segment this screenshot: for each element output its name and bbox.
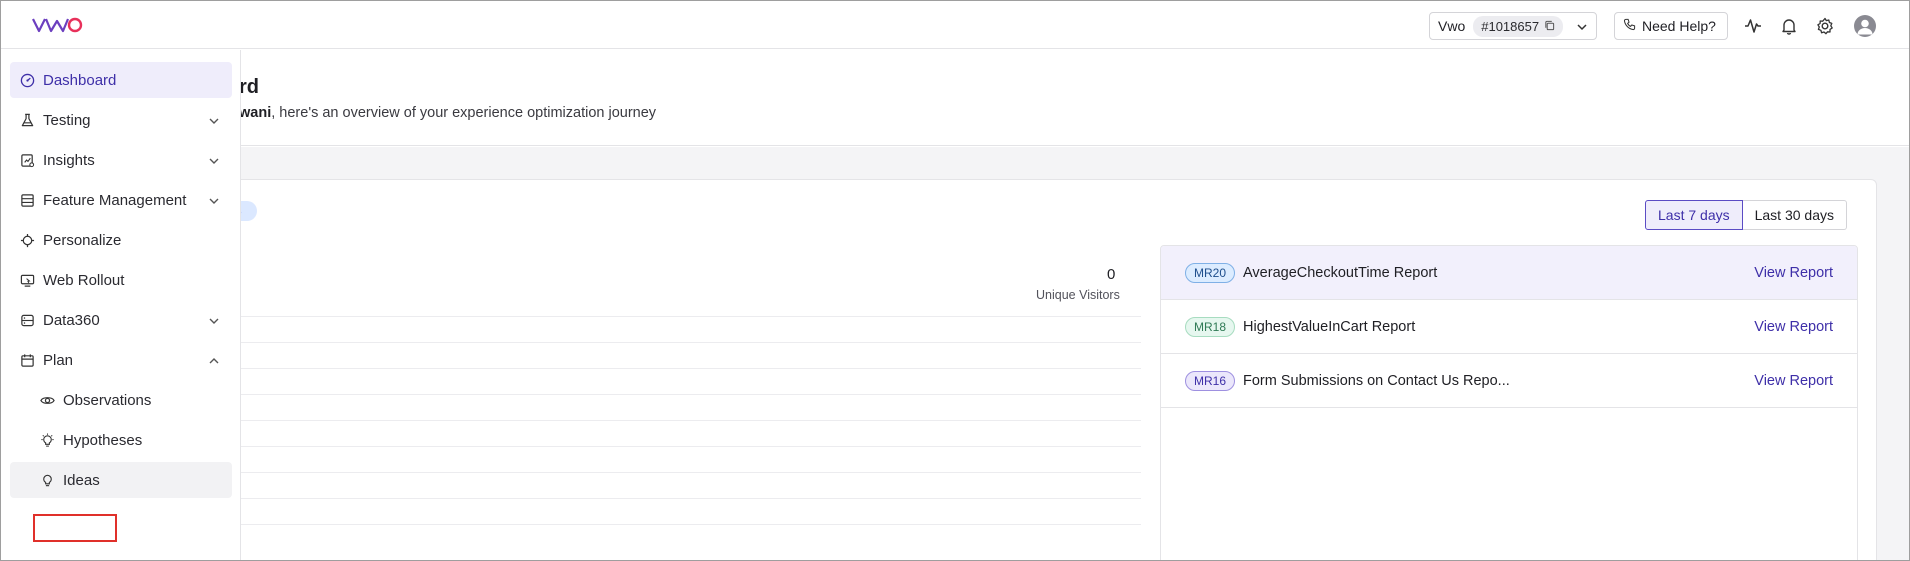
sidebar-item-observations[interactable]: Observations <box>10 382 232 418</box>
vwo-logo[interactable] <box>31 14 83 36</box>
sidebar: Dashboard Testing Insights Feature Manag… <box>1 50 241 560</box>
copy-icon[interactable] <box>1544 19 1555 34</box>
view-report-link[interactable]: View Report <box>1754 373 1833 389</box>
chevron-down-icon <box>208 114 220 126</box>
app-window: rd wani, here's an overview of your expe… <box>0 0 1910 561</box>
sidebar-item-label: Personalize <box>43 231 122 249</box>
report-row[interactable]: MR18 HighestValueInCart Report View Repo… <box>1161 300 1857 354</box>
chart-gridline <box>241 446 1141 447</box>
sidebar-item-testing[interactable]: Testing <box>10 102 232 138</box>
chevron-up-icon <box>208 354 220 366</box>
report-name: HighestValueInCart Report <box>1243 318 1416 335</box>
sidebar-item-plan[interactable]: Plan <box>10 342 232 378</box>
eye-icon <box>40 393 55 408</box>
user-name: wani <box>239 105 272 121</box>
account-name: Vwo <box>1438 18 1466 34</box>
sidebar-item-label: Feature Management <box>43 191 187 209</box>
page-title: rd <box>239 76 259 98</box>
feature-icon <box>20 193 35 208</box>
bell-icon[interactable] <box>1779 16 1799 36</box>
phone-icon <box>1623 18 1636 34</box>
reports-panel: MR20 AverageCheckoutTime Report View Rep… <box>1160 245 1858 560</box>
range-7-days-button[interactable]: Last 7 days <box>1645 200 1743 230</box>
sidebar-item-feature-management[interactable]: Feature Management <box>10 182 232 218</box>
sidebar-item-data360[interactable]: Data360 <box>10 302 232 338</box>
report-tag: MR20 <box>1185 262 1236 283</box>
sidebar-item-label: Insights <box>43 151 95 169</box>
flask-icon <box>20 113 35 128</box>
page-subtitle: wani, here's an overview of your experie… <box>239 105 656 121</box>
view-report-link[interactable]: View Report <box>1754 319 1833 335</box>
range-30-days-button[interactable]: Last 30 days <box>1742 200 1847 230</box>
chart-gridline <box>241 524 1141 525</box>
report-tag: MR18 <box>1185 316 1236 337</box>
account-switcher[interactable]: Vwo #1018657 <box>1429 12 1597 40</box>
sidebar-item-label: Hypotheses <box>63 431 143 449</box>
need-help-label: Need Help? <box>1642 18 1716 34</box>
report-row[interactable]: MR16 Form Submissions on Contact Us Repo… <box>1161 354 1857 408</box>
database-icon <box>20 313 35 328</box>
gear-icon[interactable] <box>1815 16 1835 36</box>
chevron-down-icon <box>1576 20 1588 32</box>
sidebar-item-personalize[interactable]: Personalize <box>10 222 232 258</box>
chevron-down-icon <box>208 194 220 206</box>
sidebar-item-label: Observations <box>63 391 152 409</box>
rollout-icon <box>20 273 35 288</box>
need-help-button[interactable]: Need Help? <box>1614 12 1728 40</box>
chart-gridline <box>241 472 1141 473</box>
sidebar-item-label: Testing <box>43 111 91 129</box>
unique-visitors-value: 0 <box>1107 266 1116 283</box>
chevron-down-icon <box>208 154 220 166</box>
account-id-chip: #1018657 <box>1473 15 1564 37</box>
sidebar-item-label: Web Rollout <box>43 271 125 289</box>
sidebar-item-label: Data360 <box>43 311 100 329</box>
chart-gridline <box>241 420 1141 421</box>
user-avatar[interactable] <box>1854 15 1876 37</box>
insights-icon <box>20 153 35 168</box>
sidebar-item-dashboard[interactable]: Dashboard <box>10 62 232 98</box>
unique-visitors-label: Unique Visitors <box>1036 288 1120 302</box>
chart-gridline <box>241 394 1141 395</box>
date-range-toggle: Last 7 days Last 30 days <box>1645 200 1847 230</box>
bulb-icon <box>40 473 55 488</box>
account-id: #1018657 <box>1481 18 1540 34</box>
top-bar: Vwo #1018657 Need Help? <box>1 1 1909 49</box>
report-tag: MR16 <box>1185 370 1236 391</box>
report-row[interactable]: MR20 AverageCheckoutTime Report View Rep… <box>1161 246 1857 300</box>
sidebar-item-hypotheses[interactable]: Hypotheses <box>10 422 232 458</box>
target-icon <box>20 233 35 248</box>
sidebar-item-ideas[interactable]: Ideas <box>10 462 232 498</box>
chart-gridline <box>241 498 1141 499</box>
sidebar-item-label: Plan <box>43 351 74 369</box>
chevron-down-icon <box>208 314 220 326</box>
subtitle-text: , here's an overview of your experience … <box>271 105 657 121</box>
chart-gridline <box>241 316 1141 317</box>
report-name: AverageCheckoutTime Report <box>1243 264 1438 281</box>
sidebar-item-insights[interactable]: Insights <box>10 142 232 178</box>
activity-icon[interactable] <box>1743 16 1763 36</box>
bulb-rays-icon <box>40 432 55 448</box>
sidebar-item-web-rollout[interactable]: Web Rollout <box>10 262 232 298</box>
view-report-link[interactable]: View Report <box>1754 265 1833 281</box>
sidebar-item-label: Dashboard <box>43 71 117 89</box>
chart-gridline <box>241 368 1141 369</box>
calendar-icon <box>20 353 35 368</box>
gauge-icon <box>20 73 35 88</box>
sidebar-item-label: Ideas <box>63 471 100 489</box>
report-name: Form Submissions on Contact Us Repo... <box>1243 372 1510 389</box>
ideas-highlight-box <box>33 514 117 542</box>
page-header <box>1 50 1909 146</box>
chart-gridline <box>241 342 1141 343</box>
